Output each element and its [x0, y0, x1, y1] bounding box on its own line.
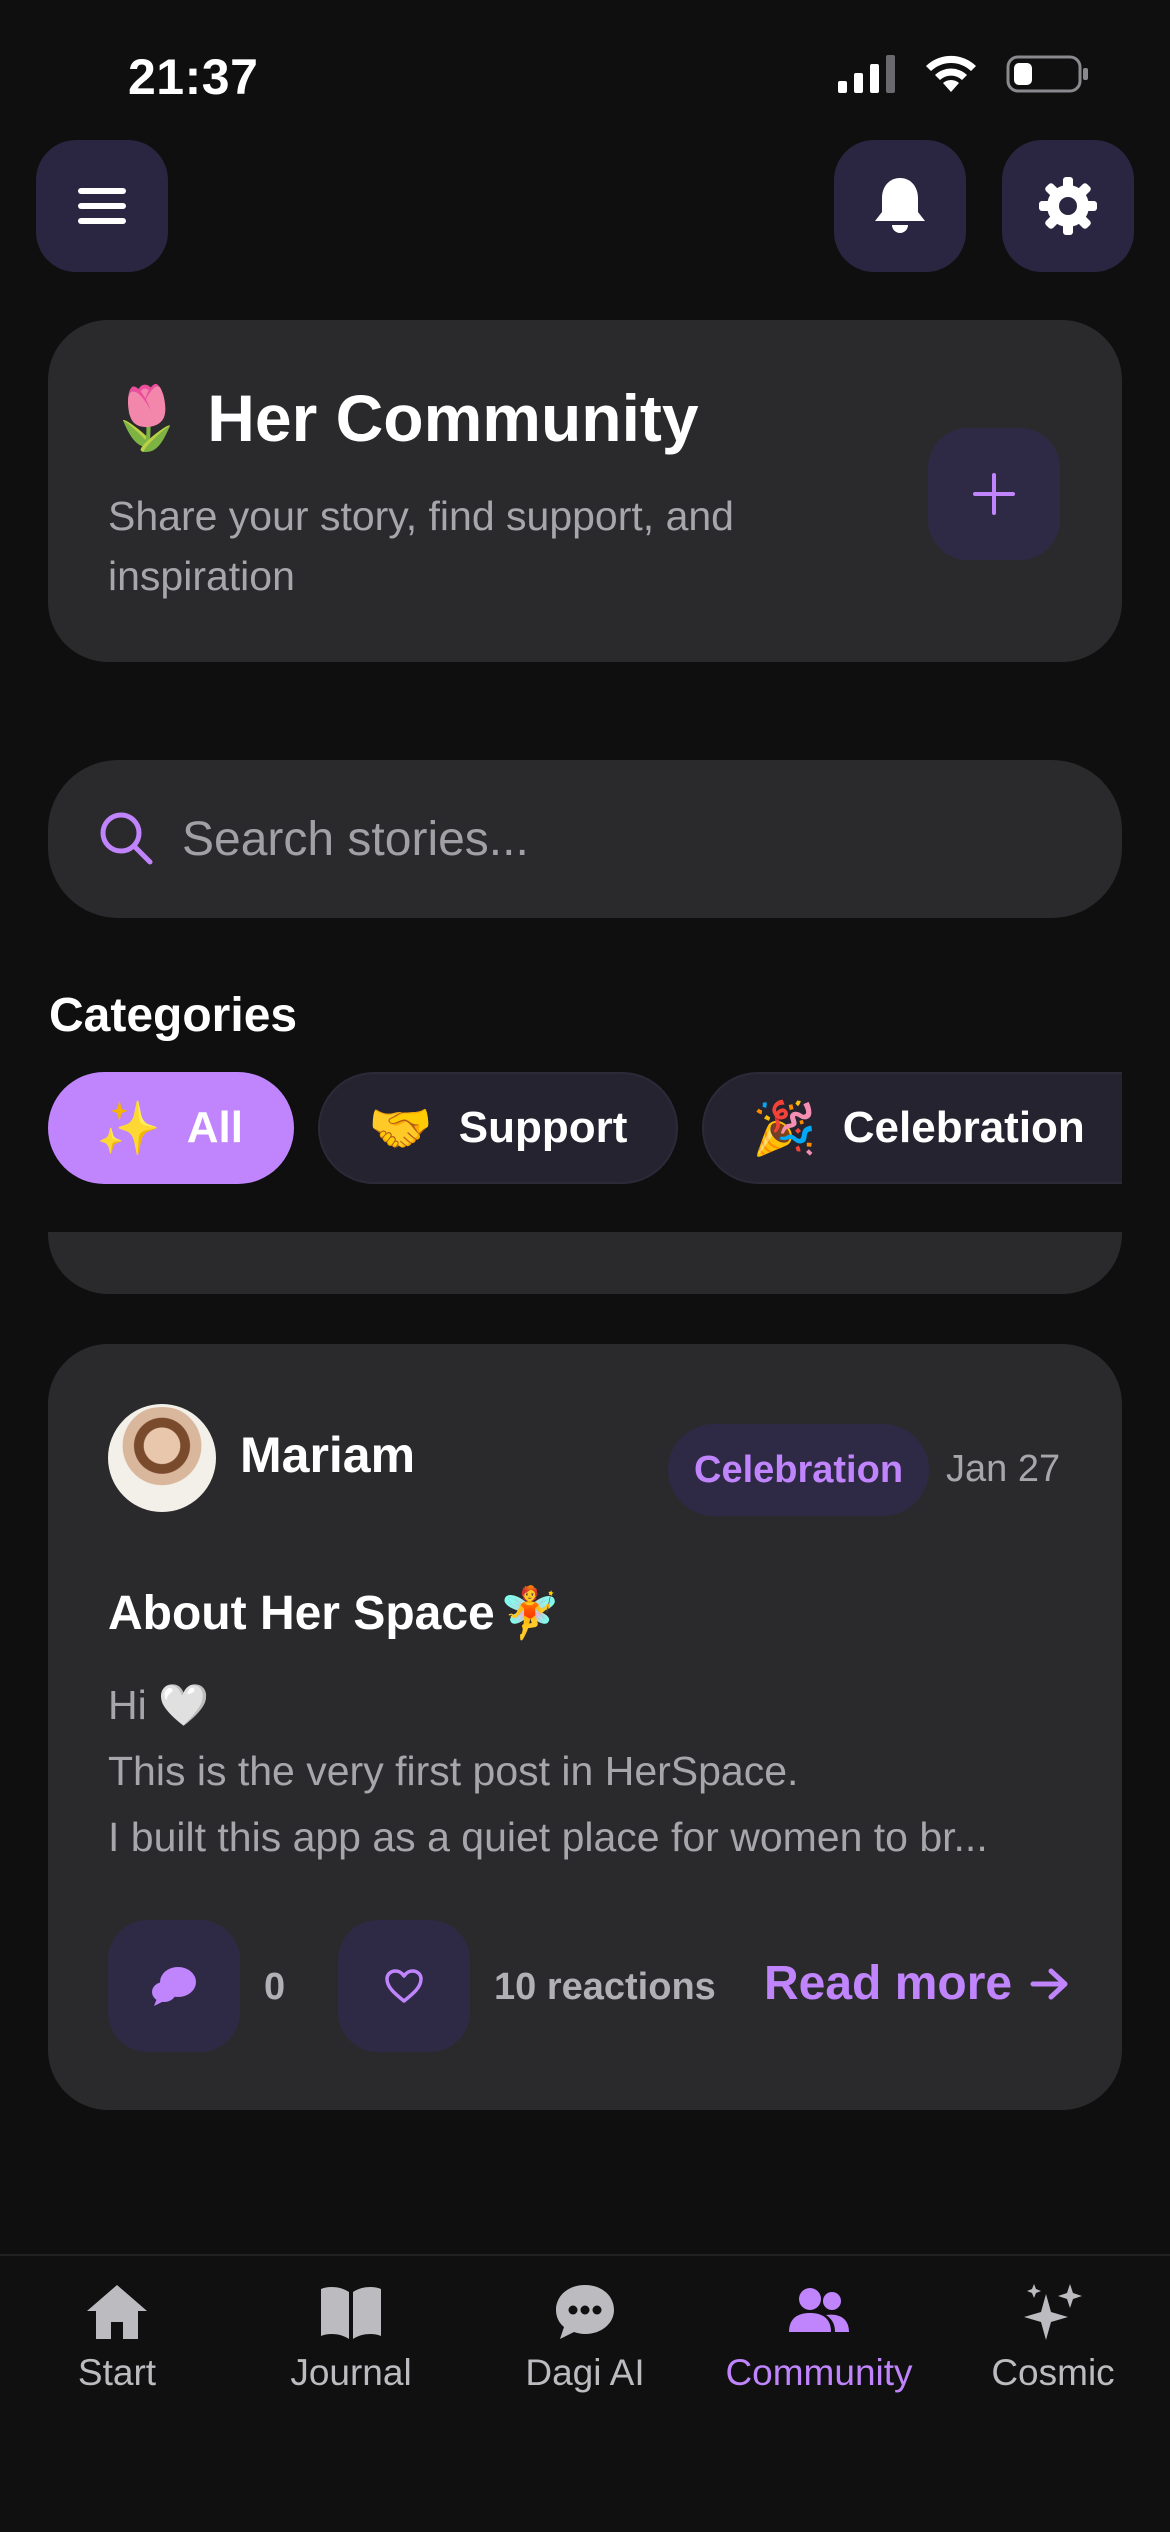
- search-bar[interactable]: [48, 760, 1122, 918]
- category-chip-label: Support: [458, 1103, 628, 1152]
- plus-icon: [973, 473, 1015, 515]
- wifi-icon: [926, 55, 976, 92]
- people-icon: [789, 2288, 849, 2332]
- tulip-emoji: 🌷: [108, 383, 186, 453]
- react-button[interactable]: [338, 1920, 470, 2052]
- status-icons: [838, 54, 1090, 94]
- category-chip-celebration[interactable]: 🎉 Celebration: [702, 1072, 1122, 1184]
- tab-dagi-ai[interactable]: Dagi AI: [468, 2282, 702, 2394]
- menu-button[interactable]: [36, 140, 168, 272]
- post-excerpt: Hi 🤍 This is the very first post in HerS…: [108, 1672, 1068, 1870]
- tab-cosmic[interactable]: Cosmic: [936, 2282, 1170, 2394]
- search-icon: [100, 812, 153, 865]
- post-line: This is the very first post in HerSpace.: [108, 1748, 799, 1794]
- read-more-label: Read more: [764, 1957, 1013, 2010]
- tab-community[interactable]: Community: [702, 2282, 936, 2394]
- sparkles-icon: [1024, 2284, 1082, 2340]
- tab-label: Cosmic: [991, 2352, 1115, 2393]
- tab-label: Dagi AI: [525, 2352, 645, 2393]
- post-line: I built this app as a quiet place for wo…: [108, 1814, 988, 1860]
- hamburger-icon: [78, 188, 126, 224]
- signal-icon: [838, 55, 895, 93]
- post-author: Mariam: [240, 1427, 416, 1483]
- settings-button[interactable]: [1002, 140, 1134, 272]
- post-title-text: About Her Space: [108, 1587, 495, 1640]
- post-line: Hi 🤍: [108, 1682, 210, 1728]
- page-title: 🌷 Her Community: [108, 380, 699, 456]
- category-chip-label: All: [186, 1103, 243, 1152]
- page-subtitle: Share your story, find support, and insp…: [108, 493, 734, 599]
- category-badge: Celebration: [668, 1424, 930, 1516]
- fairy-emoji: 🧚: [498, 1585, 562, 1641]
- arrow-right-icon: [1030, 1968, 1068, 1999]
- tab-label: Journal: [290, 2352, 412, 2393]
- battery-icon: [1006, 55, 1088, 93]
- chat-bubbles-icon: [152, 1967, 196, 2006]
- categories-title: Categories: [49, 989, 298, 1042]
- bell-icon: [875, 178, 925, 233]
- read-more-link[interactable]: Read more: [764, 1956, 1070, 2011]
- page-title-text: Her Community: [207, 381, 699, 455]
- tab-journal[interactable]: Journal: [234, 2282, 468, 2394]
- chat-bubble-icon: [556, 2285, 614, 2339]
- status-time: 21:37: [128, 49, 259, 105]
- post-title: About Her Space 🧚: [108, 1584, 561, 1643]
- party-popper-emoji: 🎉: [752, 1099, 817, 1158]
- gear-icon: [1039, 177, 1097, 235]
- previous-post-card: [48, 1232, 1122, 1294]
- notifications-button[interactable]: [834, 140, 966, 272]
- sparkles-emoji: ✨: [96, 1099, 161, 1158]
- new-post-button[interactable]: [928, 428, 1060, 560]
- category-chip-all[interactable]: ✨ All: [48, 1072, 294, 1184]
- reactions-count: 10 reactions: [494, 1966, 716, 2008]
- book-icon: [321, 2287, 381, 2339]
- avatar: [108, 1404, 216, 1512]
- category-chip-label: Celebration: [842, 1103, 1085, 1152]
- handshake-emoji: 🤝: [368, 1099, 433, 1158]
- heart-icon: [385, 1969, 423, 2003]
- tab-label: Start: [77, 2352, 157, 2393]
- search-input[interactable]: [180, 794, 1060, 884]
- tab-start[interactable]: Start: [0, 2282, 234, 2394]
- tab-label: Community: [725, 2352, 913, 2393]
- post-date: Jan 27: [946, 1448, 1061, 1490]
- home-icon: [87, 2285, 147, 2339]
- category-chip-support[interactable]: 🤝 Support: [318, 1072, 678, 1184]
- comment-button[interactable]: [108, 1920, 240, 2052]
- comment-count: 0: [264, 1966, 286, 2008]
